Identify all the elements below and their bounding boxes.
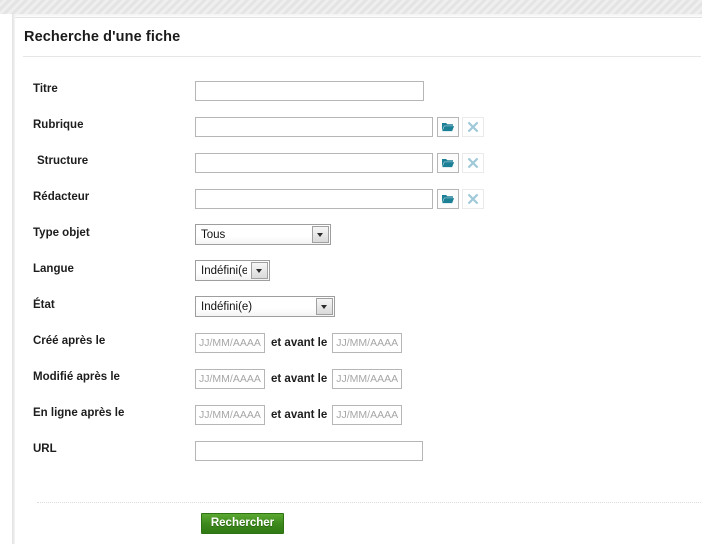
label-en-ligne: En ligne après le: [33, 407, 125, 419]
label-structure: Structure: [37, 155, 89, 167]
form-row-redacteur: Rédacteur: [15, 182, 702, 218]
rubrique-input[interactable]: [195, 117, 433, 137]
url-input[interactable]: [195, 441, 423, 461]
en-ligne-from-input[interactable]: [195, 405, 265, 425]
clear-x-icon: [468, 194, 478, 204]
folder-open-icon: [442, 159, 455, 168]
redacteur-clear-button[interactable]: [462, 189, 484, 209]
folder-open-icon: [442, 123, 455, 132]
redacteur-browse-button[interactable]: [437, 189, 459, 209]
submit-area: Rechercher: [15, 513, 470, 534]
search-card: Recherche d'une fiche Titre Rubrique Str…: [15, 18, 702, 544]
search-form: Titre Rubrique Structure Rédacteur Type …: [15, 74, 702, 470]
etat-select[interactable]: Indéfini(e): [195, 296, 335, 317]
label-titre: Titre: [33, 83, 58, 95]
label-type-objet: Type objet: [33, 227, 90, 239]
card-header: Recherche d'une fiche: [15, 18, 702, 56]
label-langue: Langue: [33, 263, 74, 275]
form-row-etat: État Indéfini(e): [15, 290, 702, 326]
label-etat: État: [33, 299, 55, 311]
modifie-to-input[interactable]: [332, 369, 403, 389]
titre-input[interactable]: [195, 81, 424, 101]
structure-input[interactable]: [195, 153, 433, 173]
label-modifie: Modifié après le: [33, 371, 120, 383]
rubrique-clear-button[interactable]: [462, 117, 484, 137]
label-cree: Créé après le: [33, 335, 106, 347]
cree-between-label: et avant le: [271, 337, 328, 349]
form-row-langue: Langue Indéfini(e): [15, 254, 702, 290]
form-row-url: URL: [15, 434, 702, 470]
cree-to-input[interactable]: [332, 333, 403, 353]
form-row-en-ligne: En ligne après le et avant le: [15, 398, 702, 434]
redacteur-input[interactable]: [195, 189, 433, 209]
clear-x-icon: [468, 158, 478, 168]
form-row-type-objet: Type objet Tous: [15, 218, 702, 254]
cree-from-input[interactable]: [195, 333, 265, 353]
form-separator: [37, 502, 701, 503]
clear-x-icon: [468, 122, 478, 132]
label-rubrique: Rubrique: [33, 119, 84, 131]
page-title: Recherche d'une fiche: [24, 29, 181, 45]
en-ligne-to-input[interactable]: [332, 405, 403, 425]
folder-open-icon: [442, 195, 455, 204]
striped-top-band: [0, 0, 702, 14]
form-row-cree: Créé après le et avant le: [15, 326, 702, 362]
form-row-titre: Titre: [15, 74, 702, 110]
header-divider: [23, 56, 701, 57]
type-objet-select[interactable]: Tous: [195, 224, 331, 245]
en-ligne-between-label: et avant le: [271, 409, 328, 421]
label-url: URL: [33, 443, 57, 455]
structure-clear-button[interactable]: [462, 153, 484, 173]
label-redacteur: Rédacteur: [33, 191, 90, 203]
langue-select[interactable]: Indéfini(e): [195, 260, 270, 281]
form-row-modifie: Modifié après le et avant le: [15, 362, 702, 398]
form-row-structure: Structure: [15, 146, 702, 182]
modifie-from-input[interactable]: [195, 369, 265, 389]
rubrique-browse-button[interactable]: [437, 117, 459, 137]
search-submit-button[interactable]: Rechercher: [200, 513, 285, 534]
search-form-page: Recherche d'une fiche Titre Rubrique Str…: [0, 0, 702, 544]
structure-browse-button[interactable]: [437, 153, 459, 173]
modifie-between-label: et avant le: [271, 373, 328, 385]
form-row-rubrique: Rubrique: [15, 110, 702, 146]
